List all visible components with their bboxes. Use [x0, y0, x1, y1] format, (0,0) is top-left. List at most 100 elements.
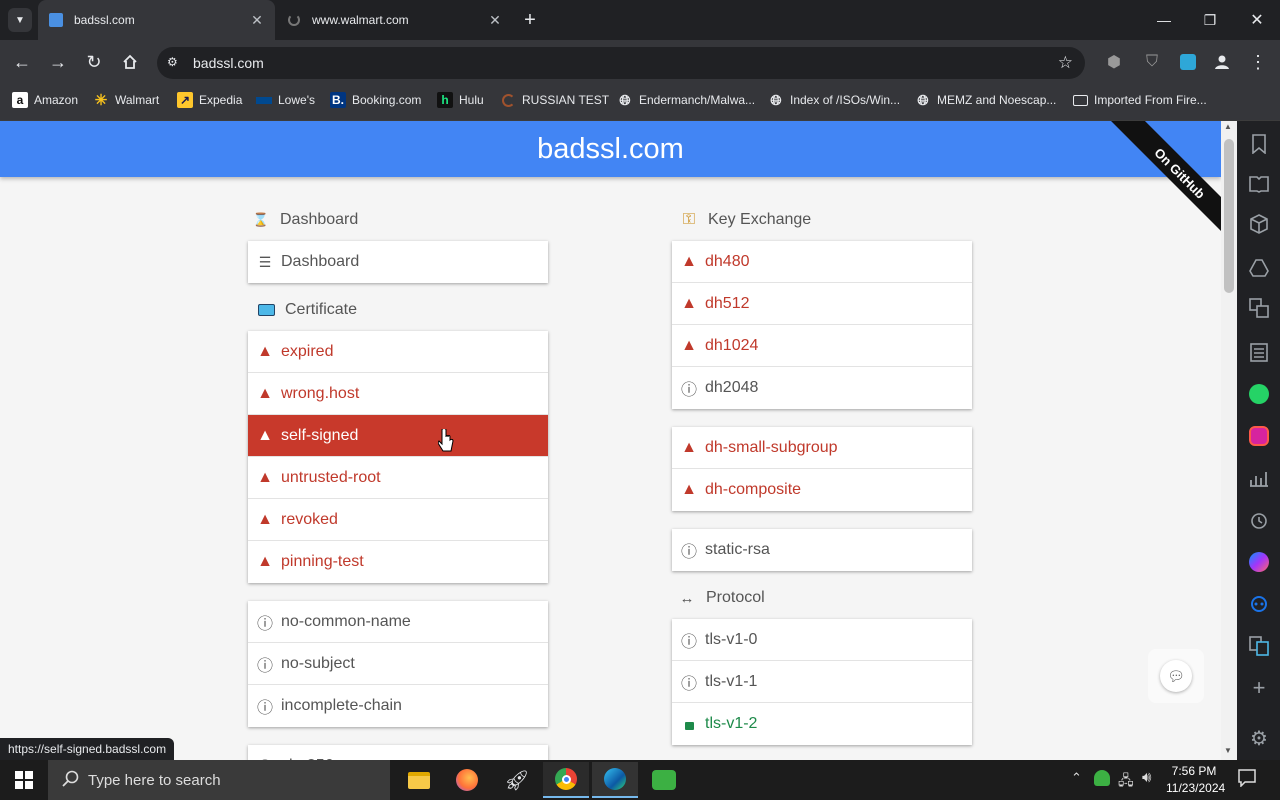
scroll-up-arrow-icon[interactable]: ▲	[1224, 122, 1232, 131]
copilot-icon[interactable]	[1247, 592, 1271, 616]
home-button[interactable]	[118, 50, 142, 74]
restore-button[interactable]: ❐	[1196, 6, 1224, 34]
minimize-button[interactable]: —	[1150, 6, 1178, 34]
clock-time: 7:56 PM	[1171, 764, 1217, 778]
link-dh480[interactable]: ▲ dh480	[672, 241, 972, 283]
new-tab-button[interactable]: +	[518, 8, 542, 32]
instagram-icon[interactable]	[1247, 424, 1271, 448]
link-wrong-host[interactable]: ▲ wrong.host	[248, 373, 548, 415]
start-button[interactable]	[0, 760, 48, 800]
profile-icon[interactable]	[1210, 50, 1234, 74]
booking-icon: B.	[330, 92, 346, 108]
warning-icon: ▲	[681, 336, 697, 354]
clock[interactable]: 7:56 PM 11/23/2024	[1166, 763, 1226, 797]
file-explorer-icon[interactable]	[396, 762, 442, 798]
protocol-card: ⓘ tls-v1-0 ⓘ tls-v1-1 tls-v1-2	[672, 619, 972, 745]
link-sha256[interactable]: ⓘsha256	[248, 745, 548, 760]
windows-logo-icon	[15, 771, 33, 789]
cube-icon[interactable]	[1247, 212, 1271, 236]
reload-button[interactable]: ↻	[82, 50, 106, 74]
link-expired[interactable]: ▲ expired	[248, 331, 548, 373]
bookmark-booking[interactable]: B. Booking.com	[330, 84, 421, 116]
scroll-down-arrow-icon[interactable]: ▼	[1224, 746, 1232, 755]
menu-icon[interactable]: ⋮	[1248, 50, 1268, 74]
translator-icon[interactable]	[1247, 634, 1271, 658]
link-tls-v1-1[interactable]: ⓘ tls-v1-1	[672, 661, 972, 703]
star-icon[interactable]: ☆	[1058, 53, 1073, 73]
link-dh-small-subgroup[interactable]: ▲ dh-small-subgroup	[672, 427, 972, 469]
whatsapp-icon[interactable]	[1247, 382, 1271, 406]
clock-date: 11/23/2024	[1166, 781, 1226, 795]
extension-3-icon[interactable]	[1176, 50, 1200, 74]
translate-icon[interactable]	[1247, 296, 1271, 320]
edge-icon[interactable]	[592, 762, 638, 798]
close-tab-icon[interactable]: ✕	[487, 12, 503, 29]
info-icon: ⓘ	[681, 633, 698, 651]
link-dh-composite[interactable]: ▲ dh-composite	[672, 469, 972, 511]
link-untrusted-root[interactable]: ▲ untrusted-root	[248, 457, 548, 499]
notification-icon[interactable]	[1238, 769, 1256, 792]
show-hidden-icons[interactable]: ⌃	[1071, 770, 1082, 786]
address-bar[interactable]: ⚙ badssl.com ☆	[157, 47, 1085, 79]
bookmark-expedia[interactable]: ↗ Expedia	[177, 84, 242, 116]
forward-button[interactable]: →	[46, 50, 70, 74]
protocol-section-header: ↔ Protocol	[679, 589, 765, 607]
site-info-icon[interactable]: ⚙	[167, 55, 178, 69]
link-no-common-name[interactable]: ⓘ no-common-name	[248, 601, 548, 643]
scrollbar-thumb[interactable]	[1224, 139, 1234, 293]
warning-icon: ▲	[257, 468, 273, 486]
info-icon: ⓘ	[681, 544, 698, 561]
warning-icon: ▲	[257, 510, 273, 528]
close-window-button[interactable]: ✕	[1243, 6, 1271, 34]
bookmark-memz[interactable]: 🌐︎ MEMZ and Noescap...	[915, 84, 1056, 116]
link-tls-v1-2[interactable]: tls-v1-2	[672, 703, 972, 745]
messenger-icon[interactable]	[1247, 550, 1271, 574]
network-icon[interactable]: 🖧︎	[1118, 770, 1134, 794]
bookmark-walmart[interactable]: ✳ Walmart	[93, 84, 160, 116]
link-pinning-test[interactable]: ▲ pinning-test	[248, 541, 548, 583]
bookmark-index-isos[interactable]: 🌐︎ Index of /ISOs/Win...	[768, 84, 900, 116]
link-tls-v1-0[interactable]: ⓘ tls-v1-0	[672, 619, 972, 661]
close-tab-icon[interactable]: ✕	[249, 12, 265, 29]
bookmark-folder-imported[interactable]: Imported From Fire...	[1072, 84, 1207, 116]
taskbar-search-box[interactable]: Type here to search	[48, 760, 390, 800]
tab-walmart[interactable]: www.walmart.com ✕	[276, 0, 513, 40]
bookmark-russian-test[interactable]: RUSSIAN TEST	[500, 84, 609, 116]
bookmark-hulu[interactable]: h Hulu	[437, 84, 484, 116]
bookmark-lowes[interactable]: Lowe's	[256, 84, 315, 116]
chat-bubble-button[interactable]: 💬︎	[1148, 649, 1204, 703]
tab-search-button[interactable]: ▼	[8, 8, 32, 32]
volume-icon[interactable]: 🔊︎	[1142, 769, 1151, 786]
link-no-subject[interactable]: ⓘ no-subject	[248, 643, 548, 685]
add-sidebar-icon[interactable]: +	[1247, 675, 1271, 700]
link-dh2048[interactable]: ⓘ dh2048	[672, 367, 972, 409]
reading-list-icon[interactable]	[1247, 172, 1271, 196]
bookmark-amazon[interactable]: a Amazon	[12, 84, 78, 116]
link-incomplete-chain[interactable]: ⓘ incomplete-chain	[248, 685, 548, 727]
link-static-rsa[interactable]: ⓘ static-rsa	[672, 529, 972, 571]
tab-badssl[interactable]: badssl.com ✕	[38, 0, 275, 40]
amazon-icon: a	[12, 92, 28, 108]
link-dh512[interactable]: ▲ dh512	[672, 283, 972, 325]
rocket-app-icon[interactable]: 🚀︎	[494, 762, 540, 798]
users-app-icon[interactable]	[641, 762, 687, 798]
warning-icon: ▲	[257, 384, 273, 402]
notes-icon[interactable]	[1247, 340, 1271, 364]
dashboard-link[interactable]: ☰ Dashboard	[248, 241, 548, 283]
bookmark-endermanch[interactable]: 🌐︎ Endermanch/Malwa...	[617, 84, 755, 116]
drive-icon[interactable]	[1247, 256, 1271, 280]
chrome-icon[interactable]	[543, 762, 589, 798]
bookmark-panel-icon[interactable]	[1247, 132, 1271, 156]
link-revoked[interactable]: ▲ revoked	[248, 499, 548, 541]
alarm-icon[interactable]	[1247, 508, 1271, 532]
link-dh1024[interactable]: ▲ dh1024	[672, 325, 972, 367]
people-tray-icon[interactable]	[1094, 770, 1110, 786]
back-button[interactable]: ←	[10, 50, 34, 74]
extension-1-icon[interactable]: ⬢	[1102, 50, 1126, 74]
chart-icon[interactable]	[1247, 466, 1271, 490]
firefox-icon[interactable]	[444, 762, 490, 798]
extension-shield-icon[interactable]: ⛉	[1140, 50, 1164, 74]
settings-gear-icon[interactable]: ⚙	[1247, 726, 1271, 750]
link-self-signed[interactable]: ▲ self-signed	[248, 415, 548, 457]
lock-icon	[682, 719, 696, 730]
